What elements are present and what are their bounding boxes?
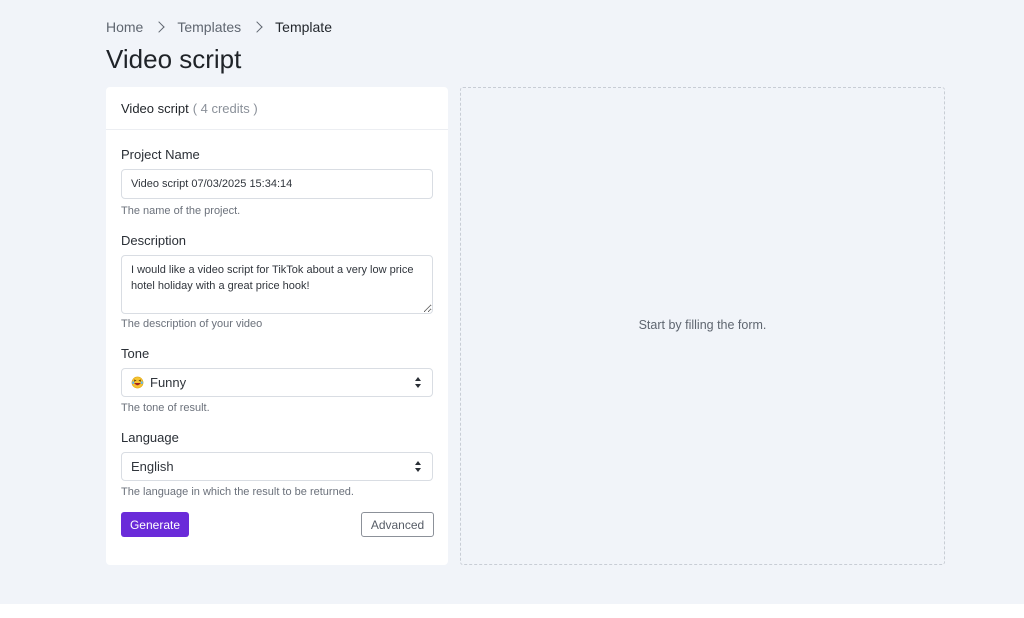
- credits-badge: ( 4 credits ): [192, 100, 258, 116]
- page-title: Video script: [106, 44, 242, 74]
- tone-help: The tone of result.: [121, 402, 210, 414]
- chevron-right-icon: [251, 21, 263, 33]
- description-textarea[interactable]: I would like a video script for TikTok a…: [121, 255, 433, 314]
- generate-button[interactable]: Generate: [121, 512, 189, 537]
- laughing-emoji-icon: [131, 376, 144, 389]
- result-placeholder: Start by filling the form.: [638, 318, 767, 332]
- form-card-header: Video script ( 4 credits ): [106, 87, 448, 130]
- chevron-right-icon: [153, 21, 166, 33]
- tone-selected-value: Funny: [150, 375, 187, 390]
- breadcrumb: Home Templates Template: [106, 19, 332, 35]
- tone-label: Tone: [121, 346, 150, 361]
- breadcrumb-home[interactable]: Home: [106, 19, 143, 35]
- template-name: Video script: [121, 100, 189, 116]
- language-label: Language: [121, 430, 179, 445]
- advanced-button[interactable]: Advanced: [361, 512, 434, 537]
- tone-select[interactable]: Funny: [121, 368, 433, 397]
- breadcrumb-current: Template: [275, 19, 332, 35]
- result-panel: Start by filling the form.: [460, 87, 945, 565]
- project-name-label: Project Name: [121, 147, 200, 162]
- language-help: The language in which the result to be r…: [121, 486, 354, 498]
- select-arrows-icon: [414, 461, 422, 473]
- form-card: Video script ( 4 credits ) Project Name …: [106, 87, 448, 565]
- project-name-help: The name of the project.: [121, 205, 241, 217]
- language-selected-value: English: [131, 459, 174, 474]
- description-help: The description of your video: [121, 318, 263, 330]
- description-label: Description: [121, 233, 187, 248]
- breadcrumb-templates[interactable]: Templates: [177, 19, 241, 35]
- language-select[interactable]: English: [121, 452, 433, 481]
- project-name-input[interactable]: [121, 169, 433, 199]
- select-arrows-icon: [414, 377, 422, 389]
